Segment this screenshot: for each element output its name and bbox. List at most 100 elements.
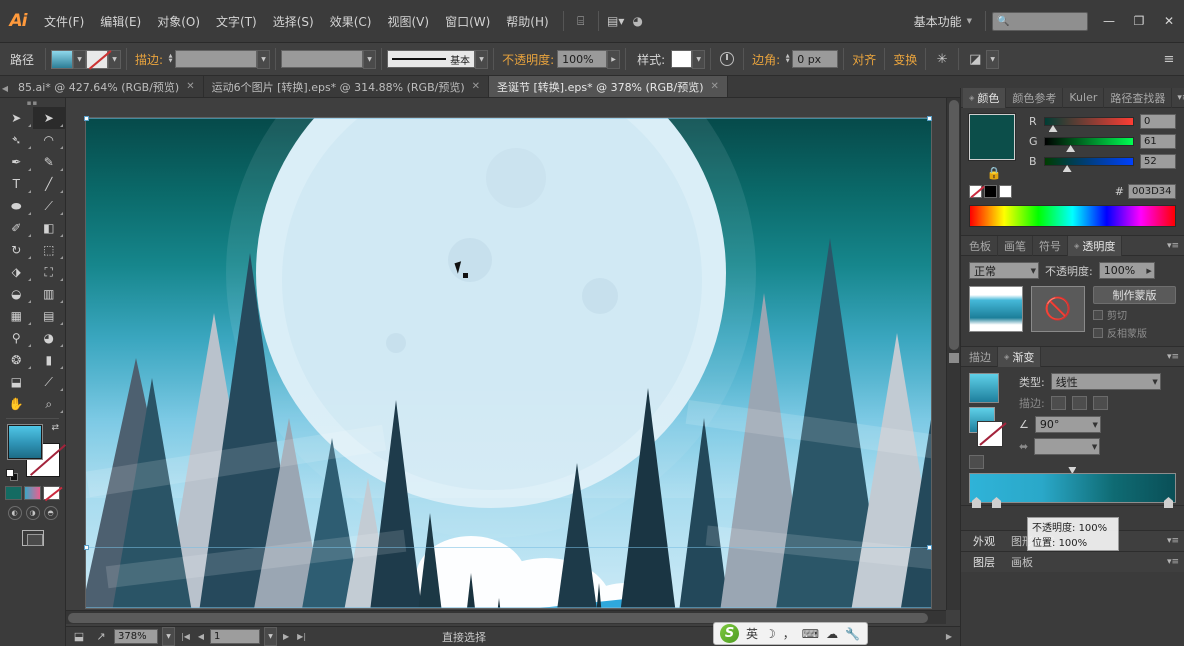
stroke-color-swatch[interactable] xyxy=(86,49,109,69)
gradient-angle-field[interactable]: 90° ▼ xyxy=(1034,416,1101,433)
fill-dropdown-caret-icon[interactable]: ▼ xyxy=(73,49,87,69)
close-button[interactable]: ✕ xyxy=(1154,9,1184,33)
menu-view[interactable]: 视图(V) xyxy=(379,9,437,34)
tab-brushes[interactable]: 画笔 xyxy=(998,235,1033,256)
tab-stroke[interactable]: 描边 xyxy=(963,346,998,367)
tab-scroll-left-icon[interactable]: ◀ xyxy=(0,84,10,97)
align-label[interactable]: 对齐 xyxy=(849,51,879,68)
minimize-button[interactable]: — xyxy=(1094,9,1124,33)
ime-language-icon[interactable]: 英 xyxy=(746,625,758,642)
ime-moon-icon[interactable]: ☽ xyxy=(765,627,776,641)
ime-settings-icon[interactable]: 🔧 xyxy=(845,627,860,641)
channel-value-g[interactable]: 61 xyxy=(1140,134,1176,149)
zoom-caret-icon[interactable]: ▼ xyxy=(162,627,175,646)
menu-type[interactable]: 文字(T) xyxy=(208,9,265,34)
search-input[interactable]: 🔍 xyxy=(992,11,1088,31)
color-spectrum-ramp[interactable] xyxy=(969,205,1176,227)
draw-inside-button[interactable]: ◓ xyxy=(43,506,58,520)
artboard[interactable] xyxy=(86,118,931,608)
default-fill-stroke-icon[interactable] xyxy=(6,469,18,481)
transparency-artwork-thumbnail[interactable] xyxy=(969,286,1023,332)
gradient-ramp[interactable] xyxy=(969,473,1176,508)
color-mode-button[interactable] xyxy=(5,486,22,500)
stroke-weight-field[interactable] xyxy=(175,50,258,68)
ime-keyboard-icon[interactable]: ⌨ xyxy=(802,627,819,641)
tab-layers[interactable]: 图层 xyxy=(965,554,1003,570)
menu-help[interactable]: 帮助(H) xyxy=(498,9,556,34)
channel-value-b[interactable]: 52 xyxy=(1140,154,1176,169)
blob-brush-tool[interactable]: ◧ xyxy=(33,217,66,239)
nav-first-artboard-icon[interactable]: |◀ xyxy=(179,632,192,641)
panel-menu-icon[interactable]: ▾≡ xyxy=(1162,352,1184,362)
type-tool[interactable]: T xyxy=(0,173,33,195)
tab-appearance[interactable]: 外观 xyxy=(965,533,1003,549)
magic-wand-tool[interactable]: ➴ xyxy=(0,129,33,151)
selection-tool[interactable]: ➤ xyxy=(0,107,33,129)
tab-gradient[interactable]: ◈ 渐变 xyxy=(998,346,1042,367)
artboard-caret-icon[interactable]: ▼ xyxy=(264,627,278,646)
hand-tool[interactable]: ✋ xyxy=(0,393,33,415)
symbol-sprayer-tool[interactable]: ❂ xyxy=(0,349,33,371)
opacity-caret-icon[interactable]: ▶ xyxy=(607,49,621,69)
gradient-stop-mid[interactable] xyxy=(992,497,1001,508)
pen-tool[interactable]: ✒ xyxy=(0,151,33,173)
blend-tool[interactable]: ◕ xyxy=(33,327,66,349)
change-screen-mode-icon[interactable] xyxy=(21,530,44,546)
sogou-logo-icon[interactable]: S xyxy=(720,624,739,643)
graphic-style-swatch[interactable] xyxy=(671,50,693,68)
v-scroll-thumb[interactable] xyxy=(949,100,959,350)
menu-object[interactable]: 对象(O) xyxy=(149,9,208,34)
none-swatch[interactable] xyxy=(969,185,982,198)
document-tab-2[interactable]: 运动6个图片 [转换].eps* @ 314.88% (RGB/预览) ✕ xyxy=(203,76,490,97)
add-anchor-point-tool[interactable]: ✎ xyxy=(33,151,66,173)
paintbrush-tool[interactable]: ⟋ xyxy=(33,195,66,217)
gradient-stroke-along-icon[interactable] xyxy=(1071,396,1087,410)
hex-field[interactable]: 003D34 xyxy=(1128,184,1176,199)
fill-color-swatch[interactable] xyxy=(51,49,74,69)
isolate-selected-icon[interactable]: ✳ xyxy=(931,49,953,69)
close-icon[interactable]: ✕ xyxy=(711,81,719,92)
menu-file[interactable]: 文件(F) xyxy=(36,9,92,34)
nav-next-artboard-icon[interactable]: ▶ xyxy=(281,632,291,641)
tab-kuler[interactable]: Kuler xyxy=(1063,87,1105,108)
gradient-stop-end[interactable] xyxy=(1164,497,1173,508)
graph-tool[interactable]: ▮ xyxy=(33,349,66,371)
layers-panel-collapsed[interactable]: 图层 画板 ▾≡ xyxy=(961,551,1184,572)
zoom-tool[interactable]: ⌕ xyxy=(33,393,66,415)
document-tab-3[interactable]: 圣诞节 [转换].eps* @ 378% (RGB/预览) ✕ xyxy=(489,76,728,97)
document-canvas[interactable] xyxy=(66,98,960,626)
ime-toolbar[interactable]: S 英 ☽ ， ⌨ ☁ 🔧 xyxy=(713,622,868,645)
transform-label[interactable]: 变换 xyxy=(890,51,920,68)
tab-transparency[interactable]: ◈ 透明度 xyxy=(1068,235,1123,256)
reverse-gradient-icon[interactable] xyxy=(969,455,984,469)
panel-options-icon[interactable]: ≡ xyxy=(1158,49,1180,69)
stroke-profile-field[interactable] xyxy=(281,50,364,68)
artboard-tool[interactable]: ⬓ xyxy=(0,371,33,393)
stroke-weight-stepper[interactable]: ▲ ▼ xyxy=(166,50,175,68)
clip-checkbox-row[interactable]: 剪切 xyxy=(1093,307,1176,322)
channel-value-r[interactable]: 0 xyxy=(1140,114,1176,129)
make-mask-button[interactable]: 制作蒙版 xyxy=(1093,286,1176,304)
tab-color-guide[interactable]: 颜色参考 xyxy=(1006,87,1064,108)
selection-handle-tl[interactable] xyxy=(84,116,89,121)
workspace-switcher[interactable]: 基本功能 ▼ xyxy=(907,10,979,33)
maximize-button[interactable]: ❐ xyxy=(1124,9,1154,33)
free-transform-tool[interactable]: ⛶ xyxy=(33,261,66,283)
channel-slider-b[interactable] xyxy=(1044,157,1134,172)
channel-slider-g[interactable] xyxy=(1044,137,1134,152)
gradient-stroke-swatch[interactable] xyxy=(977,421,1003,447)
bridge-icon[interactable]: ⌸ xyxy=(570,11,592,31)
corner-field[interactable]: 0 px xyxy=(792,50,839,68)
menu-edit[interactable]: 编辑(E) xyxy=(92,9,149,34)
ime-punctuation-icon[interactable]: ， xyxy=(783,625,795,642)
close-icon[interactable]: ✕ xyxy=(186,81,194,92)
invert-mask-checkbox-row[interactable]: 反相蒙版 xyxy=(1093,325,1176,340)
artboard-number-field[interactable]: 1 xyxy=(210,629,261,644)
active-fill-swatch[interactable] xyxy=(968,113,1016,161)
selection-handle-br[interactable] xyxy=(927,545,932,550)
ime-cloud-icon[interactable]: ☁ xyxy=(826,627,838,641)
channel-slider-r[interactable] xyxy=(1044,117,1134,132)
direct-selection-tool[interactable]: ➤ xyxy=(32,107,65,129)
tab-symbols[interactable]: 符号 xyxy=(1033,235,1068,256)
menu-effect[interactable]: 效果(C) xyxy=(322,9,380,34)
